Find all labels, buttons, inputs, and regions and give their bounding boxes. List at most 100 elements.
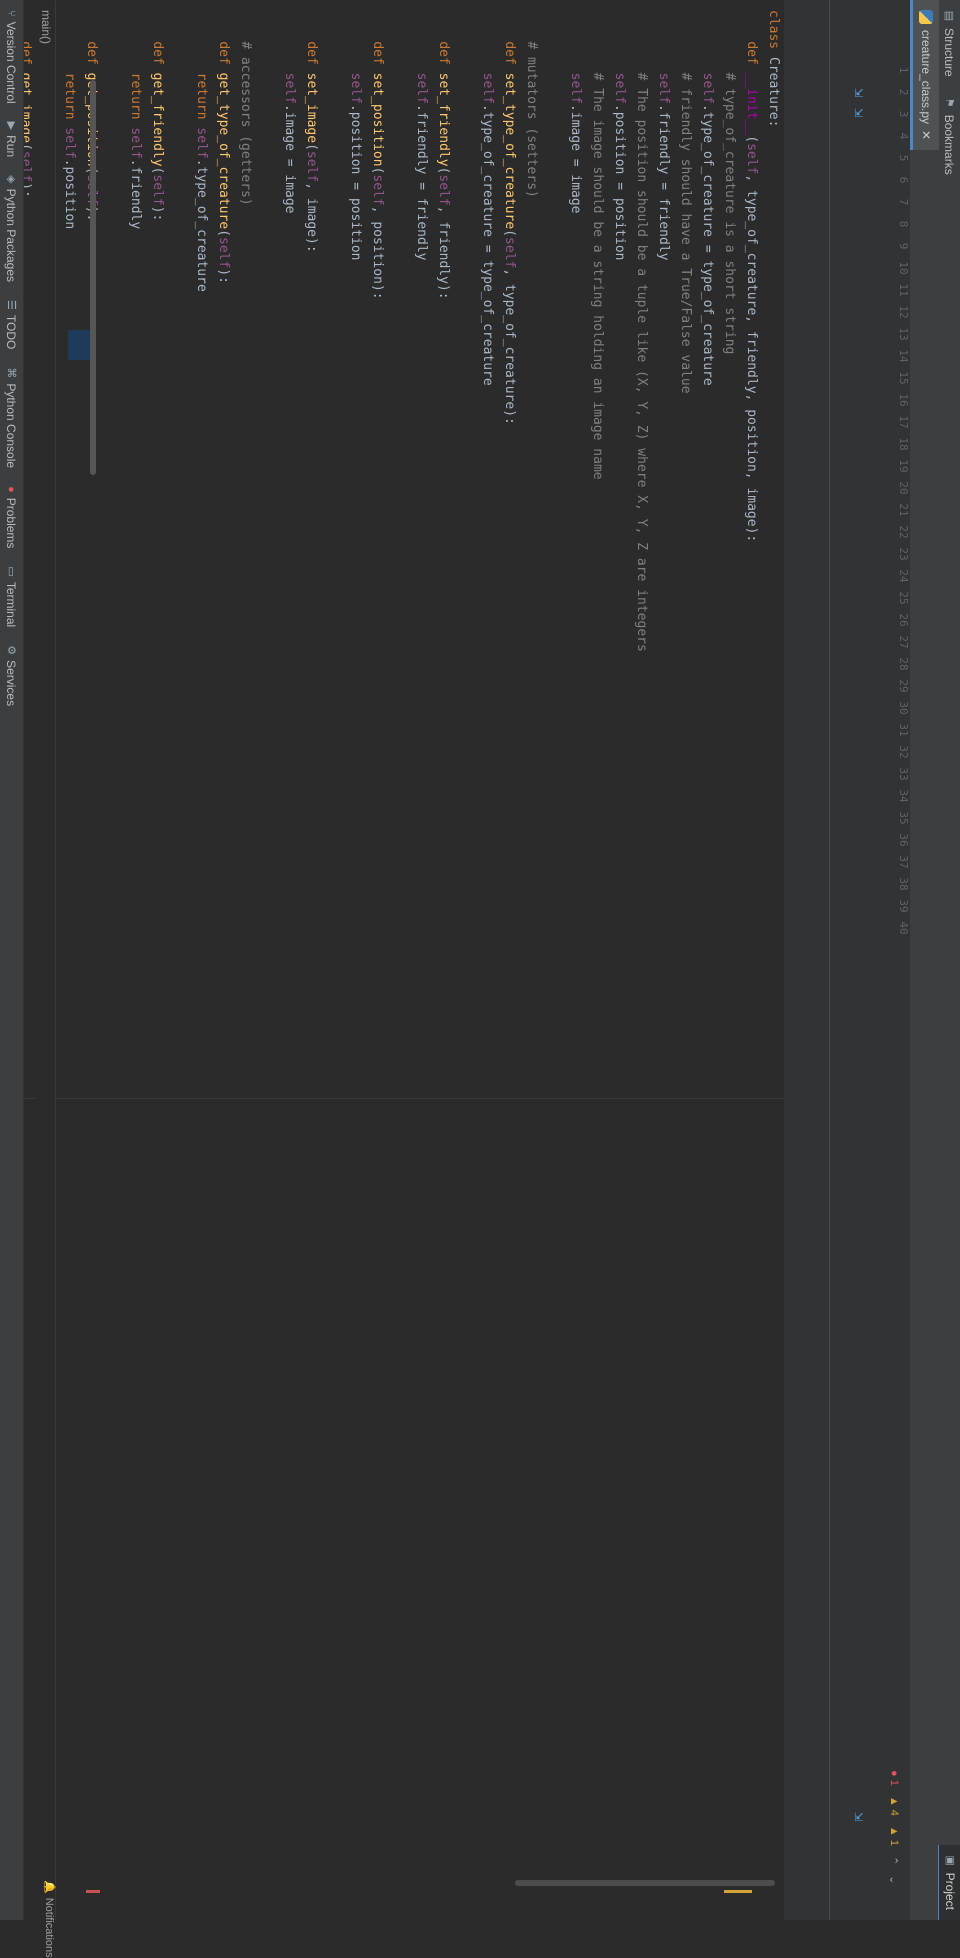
inspection-widget[interactable]: ● 1 ▲ 4 ▲ 1 ⌃ ⌄ <box>884 1770 904 1900</box>
code-line[interactable]: # friendly should have a True/False valu… <box>674 10 696 394</box>
code-line[interactable]: # The image should be a string holding a… <box>586 10 608 480</box>
code-line[interactable]: def set_position(self, position): <box>366 10 388 300</box>
version-control-tab[interactable]: ⑂ Version Control <box>5 10 19 104</box>
code-line[interactable]: self.friendly = friendly <box>410 10 432 261</box>
code-token: return <box>62 72 77 120</box>
python-file-icon <box>919 10 933 24</box>
code-line[interactable]: return self.position <box>58 10 80 230</box>
code-token: def <box>304 41 319 65</box>
code-line[interactable]: # The position should be a tuple like (X… <box>630 10 652 652</box>
code-line[interactable]: self.position = position <box>608 10 630 261</box>
code-line[interactable]: self.type_of_creature = type_of_creature <box>476 10 498 386</box>
line-number: 5 <box>897 154 910 162</box>
weak-warning-count[interactable]: ▲ 1 <box>888 1826 900 1846</box>
next-problem-icon[interactable]: ⌄ <box>888 1875 901 1884</box>
prev-problem-icon[interactable]: ⌃ <box>888 1856 901 1865</box>
line-number: 31 <box>897 723 910 737</box>
warning-stripe[interactable] <box>724 1890 738 1893</box>
breadcrumb-item[interactable]: main() <box>39 10 53 44</box>
python-console-tab[interactable]: ⌘ Python Console <box>5 367 19 468</box>
code-line[interactable]: def get_type_of_creature(self): <box>212 10 234 284</box>
line-number: 12 <box>897 305 910 319</box>
code-token: get_friendly <box>150 72 165 167</box>
code-token: def <box>370 41 385 65</box>
code-line[interactable]: class Creature: <box>762 10 784 127</box>
code-line[interactable]: def __init__(self, type_of_creature, fri… <box>740 10 762 542</box>
code-line[interactable]: # accessors (getters) <box>234 10 256 206</box>
code-token: self <box>194 127 209 159</box>
code-line[interactable]: return self.friendly <box>124 10 146 230</box>
override-gutter-icon[interactable]: ⇲ <box>852 108 865 117</box>
run-tab[interactable]: ▶ Run <box>5 122 19 157</box>
line-number: 35 <box>897 811 910 825</box>
override-gutter-icon[interactable]: ⇲ <box>852 88 865 97</box>
code-token: , position): <box>370 205 385 300</box>
code-token: def <box>84 41 99 65</box>
editor-tab-bar: creature_class.py ✕ <box>909 0 939 1920</box>
code-line[interactable]: def set_type_of_creature(self, type_of_c… <box>498 10 520 425</box>
python-console-label: Python Console <box>4 383 19 469</box>
notifications-tab[interactable]: 🔔 Notifications <box>43 1880 56 1958</box>
code-line[interactable]: self.position = position <box>344 10 366 261</box>
python-packages-tab[interactable]: ◈ Python Packages <box>5 175 19 282</box>
code-line[interactable]: # type_of_creature is a short string <box>718 10 740 355</box>
ide-window: ▤ Structure ⚑ Bookmarks ▣ Project creatu… <box>0 0 960 1958</box>
code-token: set_image <box>304 72 319 144</box>
code-token: ( <box>216 229 231 237</box>
line-number: 11 <box>897 283 910 297</box>
terminal-icon: ▭ <box>5 566 17 577</box>
problems-tab[interactable]: ● Problems <box>5 486 19 548</box>
warning-count[interactable]: ▲ 4 <box>888 1796 900 1816</box>
code-line[interactable]: self.image = image <box>278 10 300 214</box>
version-control-label: Version Control <box>4 21 19 104</box>
terminal-tab[interactable]: ▭ Terminal <box>5 566 19 627</box>
line-number: 20 <box>897 481 910 495</box>
code-token: # accessors (getters) <box>238 41 253 206</box>
project-tab[interactable]: ▣ Project <box>937 1844 960 1920</box>
folder-icon: ▣ <box>944 1855 956 1866</box>
line-number: 38 <box>897 877 910 891</box>
run-label: Run <box>4 135 19 158</box>
override-gutter-icon[interactable]: ⇲ <box>852 1812 865 1821</box>
code-token: , friendly): <box>436 205 451 300</box>
code-line[interactable]: self.type_of_creature = type_of_creature <box>696 10 718 386</box>
vertical-scrollbar[interactable] <box>515 1880 775 1886</box>
code-line[interactable]: def get_friendly(self): <box>146 10 168 221</box>
line-number: 30 <box>897 701 910 715</box>
close-tab-icon[interactable]: ✕ <box>919 130 933 140</box>
code-line[interactable]: return self.type_of_creature <box>190 10 212 292</box>
code-token: return <box>194 72 209 120</box>
code-line[interactable]: def set_friendly(self, friendly): <box>432 10 454 300</box>
error-count[interactable]: ● 1 <box>888 1770 900 1786</box>
code-line[interactable]: def set_image(self, image): <box>300 10 322 252</box>
code-token: ( <box>744 135 759 144</box>
todo-tab[interactable]: ☰ TODO <box>5 300 19 349</box>
code-token: self <box>216 237 231 269</box>
code-token: Creature: <box>766 49 781 128</box>
code-token: .position <box>62 158 77 230</box>
code-line[interactable]: self.image = image <box>564 10 586 214</box>
error-stripe[interactable] <box>86 1890 100 1893</box>
code-line[interactable]: # mutators (setters) <box>520 10 542 198</box>
code-line[interactable]: self.friendly = friendly <box>652 10 674 261</box>
services-tab[interactable]: ⚙ Services <box>5 645 19 706</box>
warning-stripe[interactable] <box>738 1890 752 1893</box>
editor-tab-file[interactable]: creature_class.py ✕ <box>910 0 939 151</box>
horizontal-scrollbar[interactable] <box>90 80 96 475</box>
code-token: .friendly = friendly <box>656 103 671 261</box>
code-token: def <box>216 41 231 65</box>
bookmarks-tab[interactable]: ⚑ Bookmarks <box>938 87 960 185</box>
code-editor[interactable]: class Creature: def __init__(self, type_… <box>0 0 784 1920</box>
code-token: # The image should be a string holding a… <box>590 72 605 480</box>
code-token: set_type_of_creature <box>502 72 517 230</box>
structure-tab[interactable]: ▤ Structure <box>938 0 960 87</box>
code-token: def <box>744 41 759 65</box>
